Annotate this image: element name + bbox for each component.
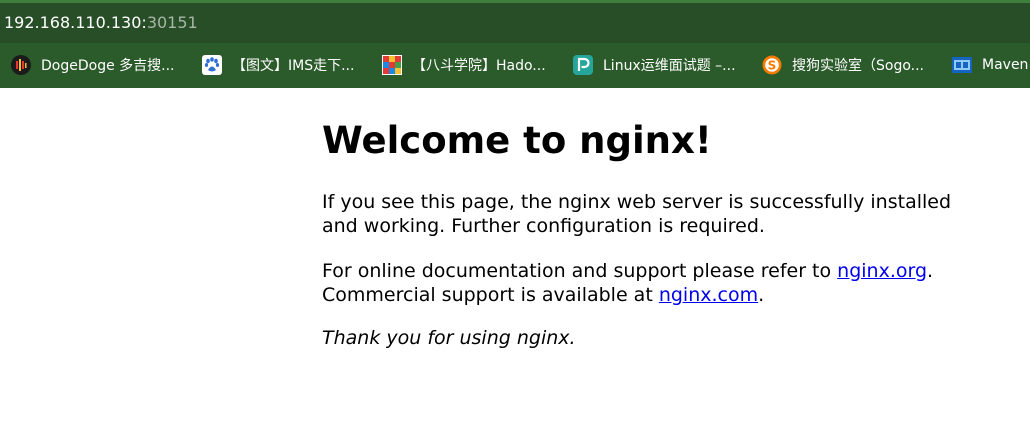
url-host: 192.168.110.130: — [4, 13, 147, 32]
address-bar[interactable]: 192.168.110.130:30151 — [0, 3, 1030, 43]
bookmark-dogedoge[interactable]: DogeDoge 多吉搜... — [11, 54, 175, 76]
badou-icon — [382, 55, 402, 75]
p-logo-icon — [573, 55, 593, 75]
bookmark-label: 【八斗学院】Hado... — [412, 58, 546, 74]
bookmark-maven[interactable]: Maven — [952, 54, 1028, 76]
thank-you-text: Thank you for using nginx. — [322, 327, 576, 349]
bookmark-sogou-lab[interactable]: S 搜狗实验室（Sogo... — [762, 54, 924, 76]
dogedoge-icon — [11, 55, 31, 75]
period-text: . — [758, 284, 765, 306]
nginx-org-link[interactable]: nginx.org — [837, 260, 927, 282]
commercial-support-text: Commercial support is available at — [322, 284, 659, 306]
sogou-icon: S — [762, 55, 782, 75]
documentation-paragraph: For online documentation and support ple… — [322, 259, 962, 307]
url-text[interactable]: 192.168.110.130:30151 — [4, 13, 198, 33]
bookmark-label: Maven — [982, 57, 1029, 73]
bookmark-linux-interview[interactable]: Linux运维面试题 –... — [573, 54, 736, 76]
bookmark-label: Linux运维面试题 –... — [603, 58, 736, 74]
intro-paragraph: If you see this page, the nginx web serv… — [322, 191, 952, 237]
maven-icon — [952, 57, 972, 73]
bookmark-badou[interactable]: 【八斗学院】Hado... — [382, 54, 546, 76]
period-text: . — [927, 260, 934, 282]
bookmark-label: 搜狗实验室（Sogo... — [792, 58, 925, 74]
bookmarks-bar: DogeDoge 多吉搜... 【图文】IMS走下... 【八斗学院】Hado.… — [0, 43, 1030, 88]
page-title: Welcome to nginx! — [322, 119, 712, 162]
url-port: 30151 — [146, 13, 198, 32]
nginx-com-link[interactable]: nginx.com — [659, 284, 758, 306]
bookmark-ims[interactable]: 【图文】IMS走下... — [202, 54, 354, 76]
bookmark-label: DogeDoge 多吉搜... — [41, 58, 175, 74]
documentation-text: For online documentation and support ple… — [322, 260, 838, 282]
baidu-paw-icon — [202, 55, 222, 75]
bookmark-label: 【图文】IMS走下... — [232, 58, 355, 74]
svg-text:S: S — [768, 58, 777, 72]
